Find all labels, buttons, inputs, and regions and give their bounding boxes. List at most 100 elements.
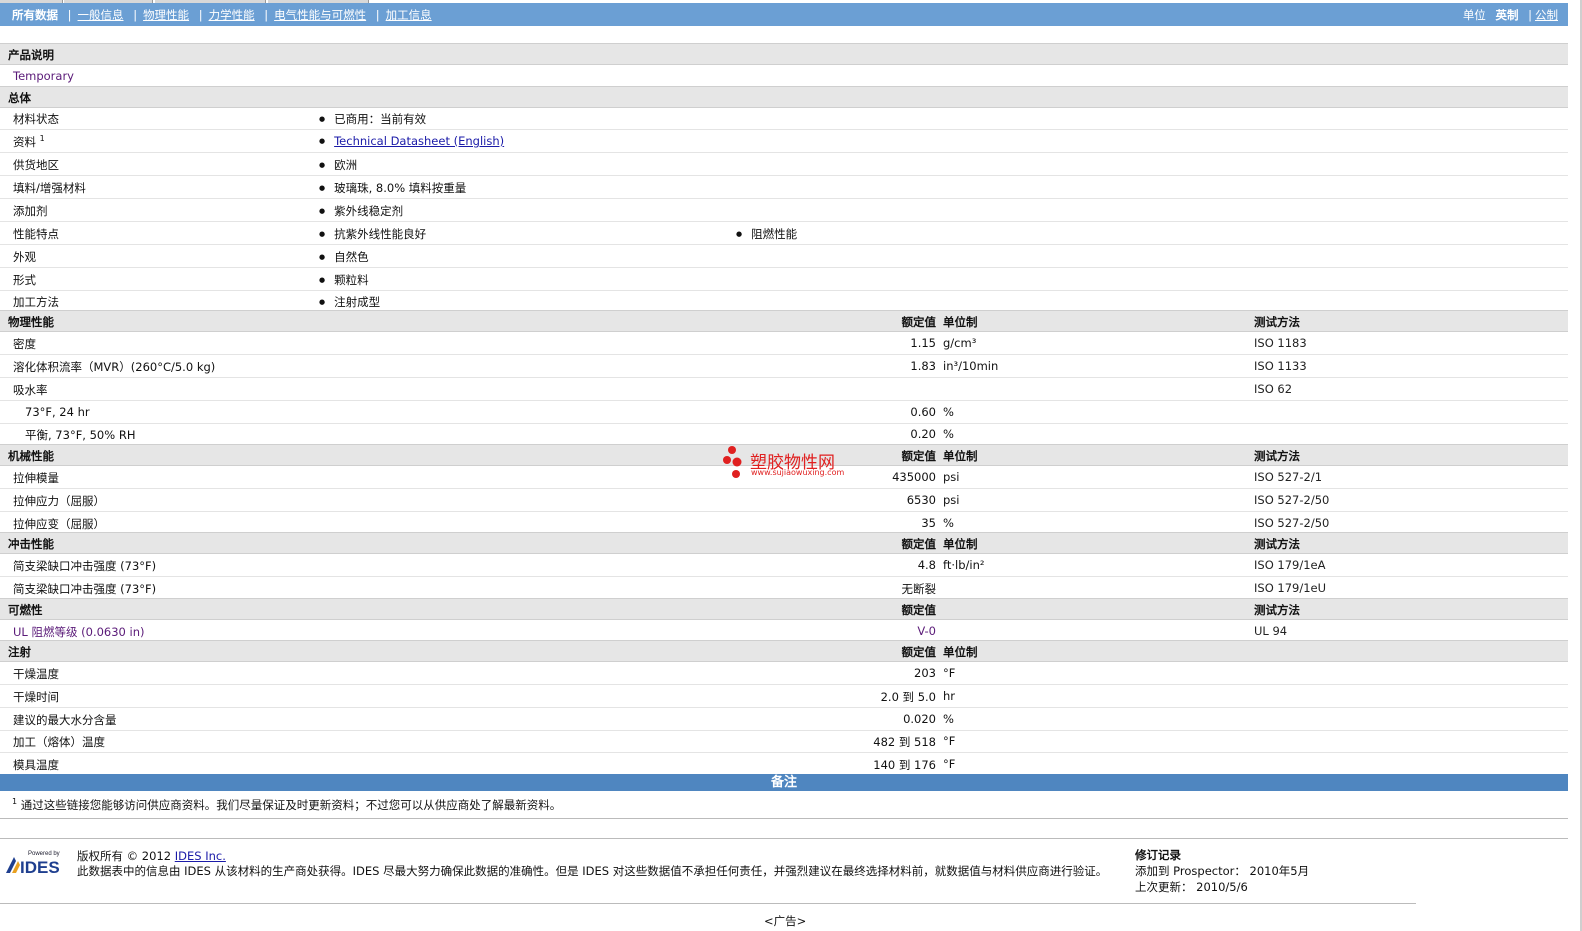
table-row: 材料状态 已商用：当前有效 — [0, 107, 1568, 130]
section-title: 注射 — [8, 645, 31, 659]
units-imperial[interactable]: 英制 — [1495, 8, 1518, 22]
row-label: 供货地区 — [13, 158, 59, 172]
table-row: 拉伸应力（屈服） 6530 psi ISO 527-2/50 — [0, 489, 1568, 512]
row-label: UL 阻燃等级 (0.0630 in) — [13, 625, 145, 639]
table-row: 外观 自然色 — [0, 245, 1568, 268]
row-unit: in³/10min — [943, 359, 999, 373]
row-value: 颗粒料 — [319, 272, 369, 288]
tab-mechanical[interactable]: 力学性能 — [209, 8, 255, 22]
section-title: 物理性能 — [8, 315, 54, 329]
section-title: 冲击性能 — [8, 537, 54, 551]
table-row: 73°F, 24 hr 0.60 % — [0, 401, 1568, 424]
ides-link[interactable]: IDES Inc. — [175, 849, 226, 863]
section-title: 机械性能 — [8, 449, 54, 463]
divider — [0, 903, 1416, 904]
row-unit: % — [943, 712, 954, 726]
col-header-unit: 单位制 — [943, 449, 978, 463]
table-row: 简支梁缺口冲击强度 (73°F) 无断裂 ISO 179/1eU — [0, 577, 1568, 600]
row-label: 填料/增强材料 — [13, 181, 86, 195]
row-unit: hr — [943, 689, 956, 703]
tab-all-data[interactable]: 所有数据 — [12, 8, 58, 22]
col-header-nominal: 额定值 — [901, 603, 937, 617]
row-label: 溶化体积流率（MVR）(260°C/5.0 kg) — [13, 360, 216, 374]
row-value: 0.60 — [910, 405, 936, 419]
disclaimer: 此数据表中的信息由 IDES 从该材料的生产商处获得。IDES 尽最大努力确保此… — [77, 864, 1108, 878]
row-value: 1.83 — [910, 359, 936, 373]
table-row: 添加剂 紫外线稳定剂 — [0, 199, 1568, 222]
row-label: 平衡, 73°F, 50% RH — [25, 428, 136, 442]
row-value: 1.15 — [910, 336, 936, 350]
row-label: 资料 1 — [13, 134, 45, 149]
row-label: 性能特点 — [13, 227, 59, 241]
table-row: 平衡, 73°F, 50% RH 0.20 % — [0, 423, 1568, 446]
col-header-nominal: 额定值 — [901, 537, 937, 551]
tab-physical[interactable]: 物理性能 — [143, 8, 189, 22]
row-label: 拉伸模量 — [13, 471, 59, 485]
row-label: 吸水率 — [13, 383, 48, 397]
row-method: ISO 179/1eA — [1254, 558, 1326, 572]
row-label: 干燥时间 — [13, 690, 59, 704]
row-value: 203 — [914, 666, 936, 680]
tab-electrical[interactable]: 电气性能与可燃性 — [274, 8, 366, 22]
row-label: 添加剂 — [13, 204, 48, 218]
section-title: 总体 — [8, 91, 31, 105]
svg-text:Powered by: Powered by — [28, 851, 60, 857]
datasheet-link[interactable]: Technical Datasheet (English) — [334, 134, 504, 148]
section-title: 可燃性 — [8, 603, 43, 617]
col-header-nominal: 额定值 — [901, 449, 937, 463]
table-row: 干燥时间 2.0 到 5.0 hr — [0, 685, 1568, 708]
table-row: 建议的最大水分含量 0.020 % — [0, 708, 1568, 731]
product-desc-text: Temporary — [13, 69, 74, 83]
row-label: 建议的最大水分含量 — [13, 713, 117, 727]
col-header-method: 测试方法 — [1254, 537, 1300, 551]
row-value: 482 到 518 — [873, 735, 936, 749]
row-value: 注射成型 — [319, 294, 380, 310]
tab-general[interactable]: 一般信息 — [78, 8, 124, 22]
units-metric[interactable]: 公制 — [1535, 8, 1558, 22]
row-label: 干燥温度 — [13, 667, 59, 681]
row-label: 模具温度 — [13, 758, 59, 772]
row-label: 密度 — [13, 337, 36, 351]
row-method: ISO 1133 — [1254, 359, 1307, 373]
row-value: 435000 — [892, 470, 936, 484]
table-row: 供货地区 欧洲 — [0, 153, 1568, 176]
row-value: 35 — [921, 516, 936, 530]
row-method: UL 94 — [1254, 624, 1288, 638]
row-value: 抗紫外线性能良好 — [319, 226, 426, 242]
row-unit: °F — [943, 666, 956, 680]
row-label: 简支梁缺口冲击强度 (73°F) — [13, 559, 157, 573]
copyright: 版权所有 © 2012 IDES Inc. — [77, 849, 226, 863]
section-product-desc: 产品说明 — [0, 43, 1568, 65]
col-header-unit: 单位制 — [943, 645, 978, 659]
row-value: 无断裂 — [901, 582, 937, 596]
data-nav-bar: 所有数据 | 一般信息 | 物理性能 | 力学性能 | 电气性能与可燃性 | 加工信息 单… — [0, 3, 1568, 26]
row-unit: psi — [943, 493, 960, 507]
notes-header: 备注 — [0, 774, 1568, 791]
row-label: 外观 — [13, 250, 36, 264]
row-method: ISO 179/1eU — [1254, 581, 1327, 595]
col-header-method: 测试方法 — [1254, 449, 1300, 463]
row-label: 加工（熔体）温度 — [13, 735, 105, 749]
row-unit: psi — [943, 470, 960, 484]
col-header-unit: 单位制 — [943, 315, 978, 329]
row-unit: % — [943, 516, 954, 530]
col-header-nominal: 额定值 — [901, 315, 937, 329]
watermark-logo: 塑胶物性网 www.sujiaowuxing.com — [722, 444, 852, 483]
col-header-method: 测试方法 — [1254, 315, 1300, 329]
row-value: 0.20 — [910, 427, 936, 441]
table-row: 填料/增强材料 玻璃珠, 8.0% 填料按重量 — [0, 176, 1568, 199]
row-unit: % — [943, 405, 954, 419]
row-value: 6530 — [906, 493, 936, 507]
tab-processing[interactable]: 加工信息 — [386, 8, 432, 22]
table-row: 形式 颗粒料 — [0, 268, 1568, 291]
table-row: 加工（熔体）温度 482 到 518 °F — [0, 730, 1568, 753]
row-label: 73°F, 24 hr — [25, 405, 90, 419]
row-value: 紫外线稳定剂 — [319, 203, 403, 219]
ides-logo: Powered by IDES — [6, 849, 68, 877]
row-method: ISO 527-2/1 — [1254, 470, 1323, 484]
col-header-unit: 单位制 — [943, 537, 978, 551]
table-row: 性能特点 抗紫外线性能良好 阻燃性能 — [0, 222, 1568, 245]
row-label: 材料状态 — [13, 112, 59, 126]
section-impact: 冲击性能 额定值 单位制 测试方法 — [0, 532, 1568, 554]
row-unit: g/cm³ — [943, 336, 977, 350]
